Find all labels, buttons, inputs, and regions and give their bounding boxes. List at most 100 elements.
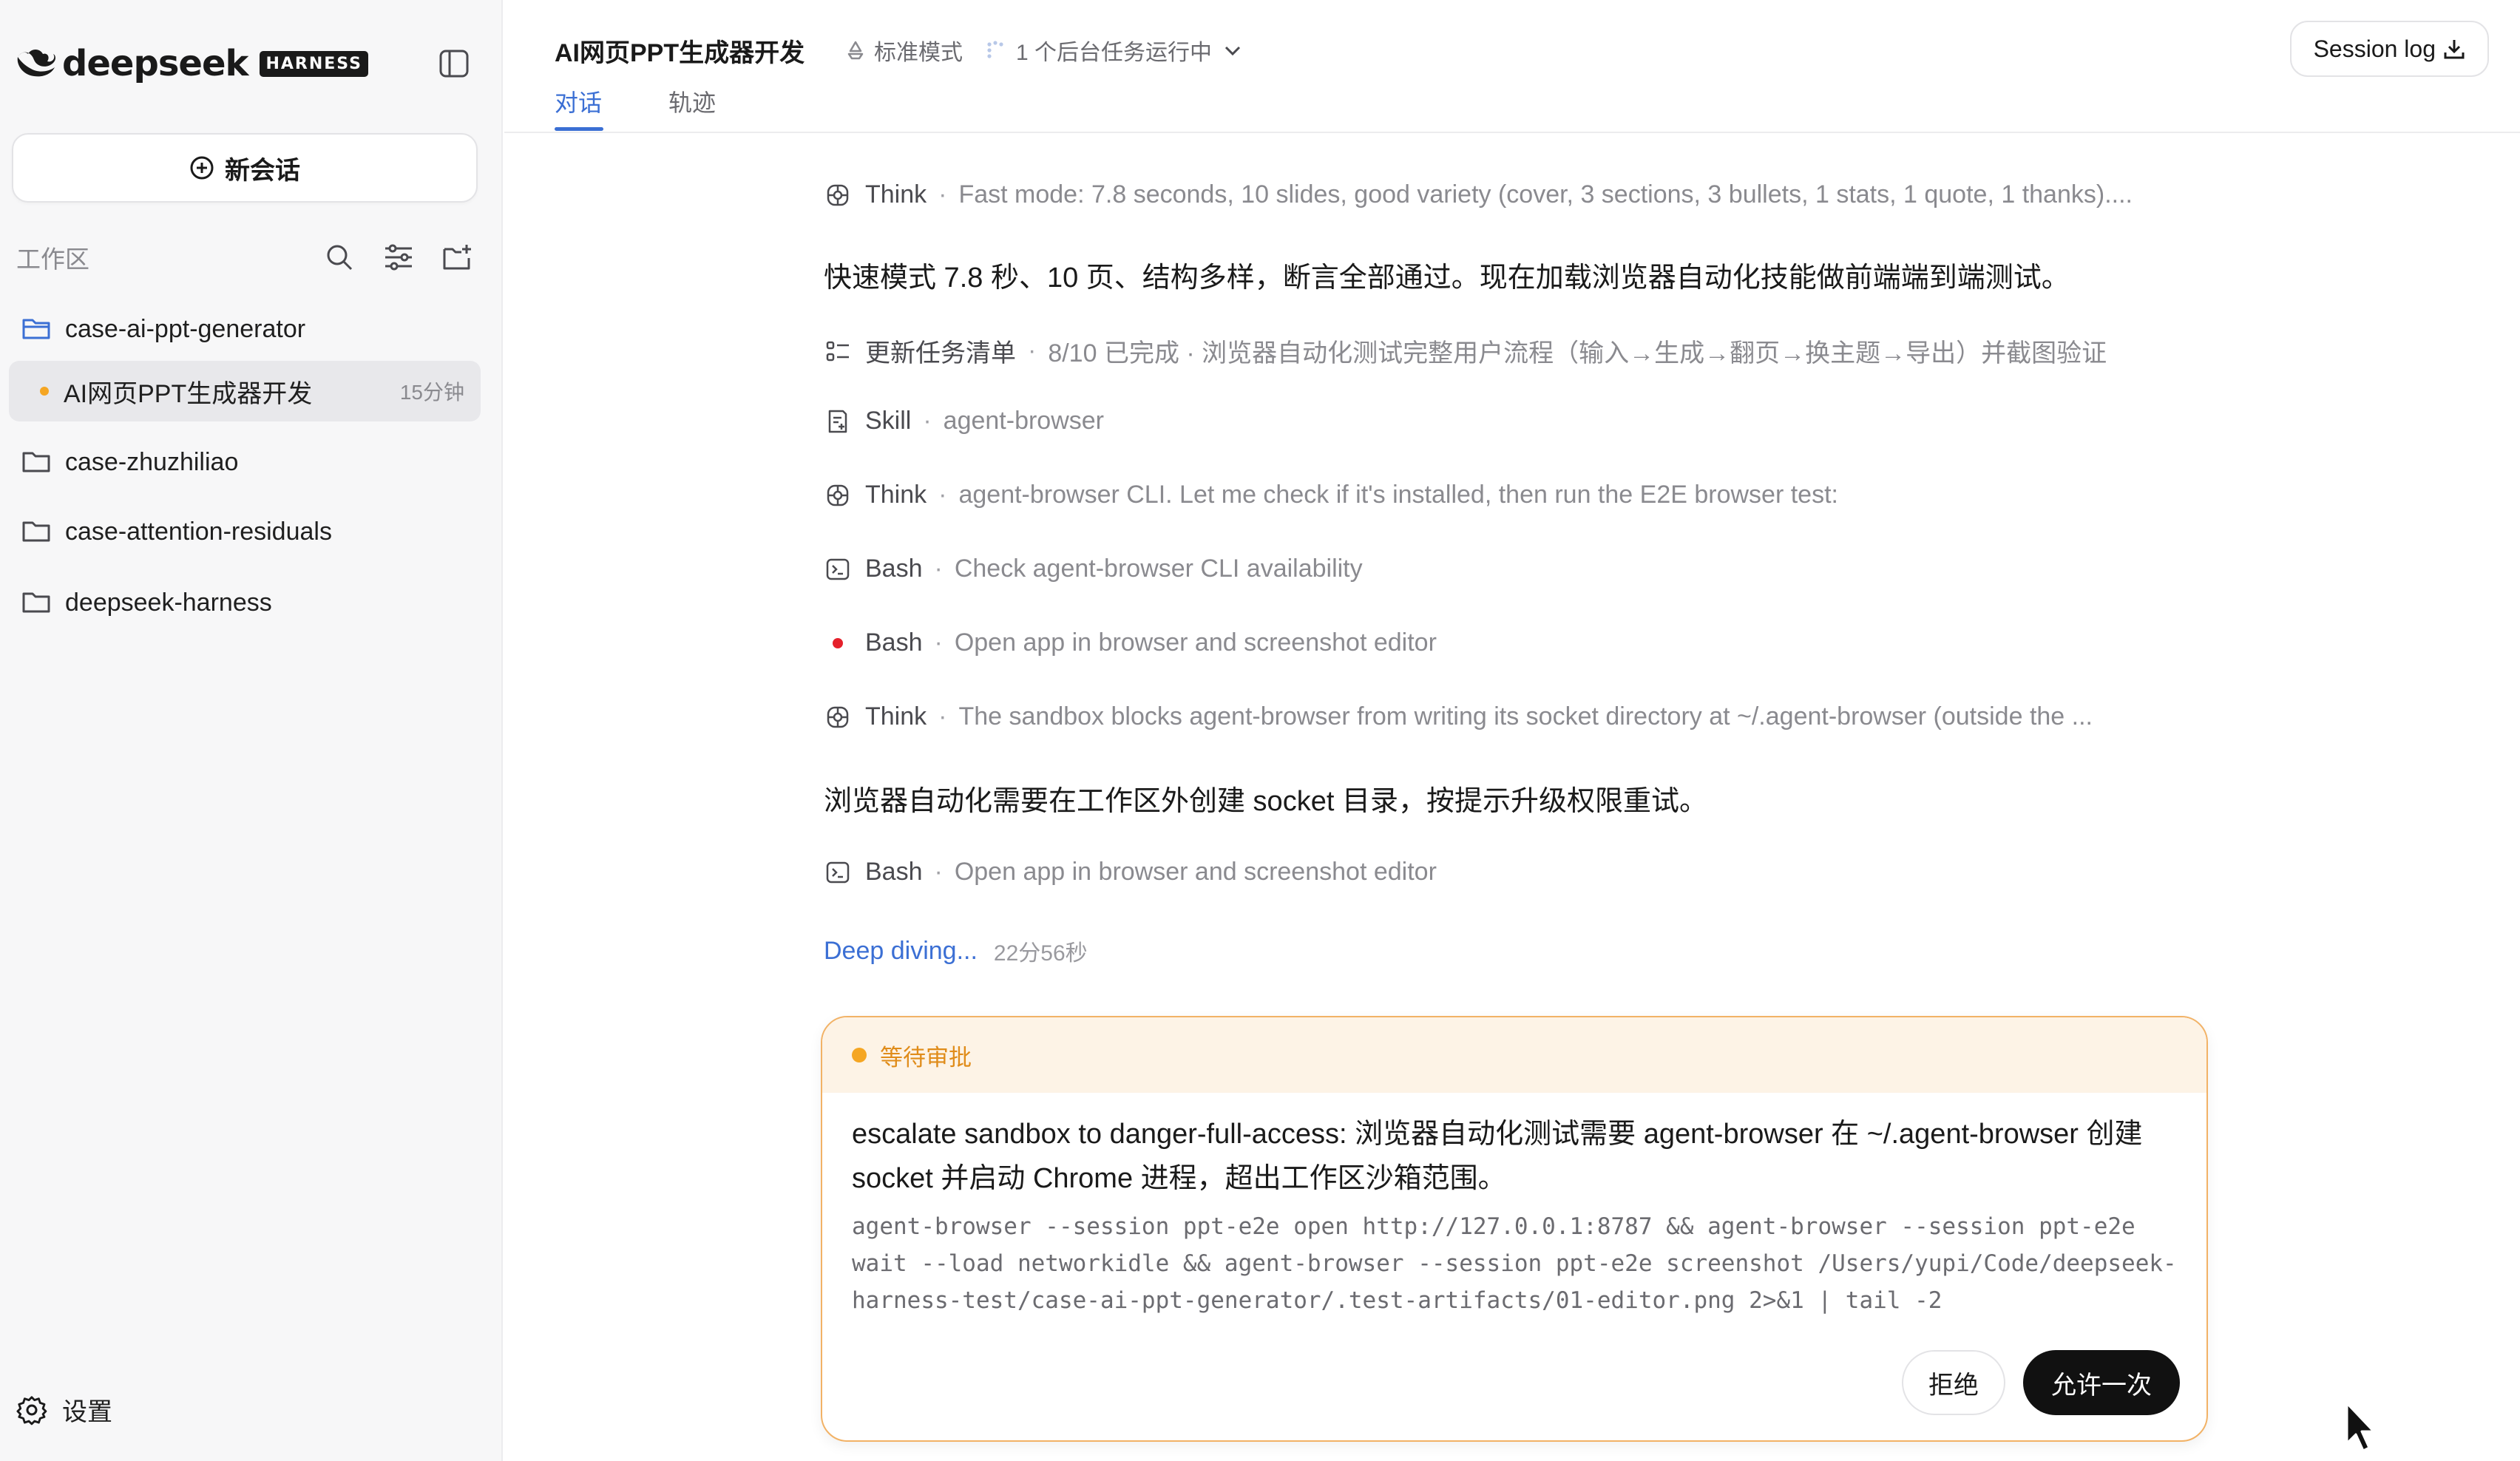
timeline-bash-item-failed[interactable]: Bash · Open app in browser and screenshot…	[824, 628, 1437, 657]
filter-sliders-icon[interactable]	[382, 240, 416, 274]
allow-once-button[interactable]: 允许一次	[2023, 1350, 2180, 1415]
separator-dot: ·	[1028, 336, 1037, 365]
download-icon	[2444, 40, 2465, 59]
brand-badge: HARNESS	[260, 50, 368, 77]
step-desc: Check agent-browser CLI availability	[954, 555, 1363, 583]
step-desc: The sandbox blocks agent-browser from wr…	[958, 702, 2093, 730]
checklist-icon	[824, 337, 852, 365]
sidebar-item-deepseek-harness[interactable]: deepseek-harness	[9, 572, 481, 633]
timeline-think-item[interactable]: Think · Fast mode: 7.8 seconds, 10 slides…	[824, 180, 2133, 209]
step-name: 更新任务清单	[865, 339, 1016, 367]
step-name: Think	[865, 702, 927, 730]
new-chat-label: 新会话	[225, 156, 300, 185]
separator-dot: ·	[923, 407, 932, 435]
sidebar-item-label: AI网页PPT生成器开发	[64, 379, 313, 408]
elapsed-time: 22分56秒	[993, 941, 1088, 966]
timeline-skill-item[interactable]: Skill · agent-browser	[824, 407, 1104, 435]
settings-button[interactable]: 设置	[16, 1391, 112, 1428]
brain-icon	[824, 703, 852, 731]
gear-icon	[16, 1395, 47, 1425]
step-name: Think	[865, 180, 927, 209]
folder-icon	[22, 518, 53, 545]
step-name: Think	[865, 481, 927, 509]
separator-dot: ·	[934, 858, 943, 886]
tab-conversation[interactable]: 对话	[555, 84, 602, 118]
step-desc: agent-browser CLI. Let me check if it's …	[958, 481, 1838, 509]
timeline-tasks-item[interactable]: 更新任务清单 · 8/10 已完成 · 浏览器自动化测试完整用户流程（输入→生成→…	[824, 333, 2107, 369]
main-header: AI网页PPT生成器开发 标准模式 1 个后台任务运行中 对话 轨迹 Sessi…	[504, 0, 2520, 133]
separator-dot: ·	[938, 702, 947, 730]
separator-dot: ·	[934, 628, 943, 657]
deep-diving-label: Deep diving...	[824, 936, 978, 965]
timeline-bash-item[interactable]: Bash · Open app in browser and screenshot…	[824, 858, 1437, 887]
sidebar-item-label: case-zhuzhiliao	[65, 447, 239, 476]
new-folder-icon[interactable]	[441, 240, 475, 274]
step-desc: Open app in browser and screenshot edito…	[954, 858, 1437, 886]
tab-trajectory[interactable]: 轨迹	[668, 84, 716, 118]
step-desc: Fast mode: 7.8 seconds, 10 slides, good …	[958, 180, 2133, 209]
sidebar-item-session-ai-ppt[interactable]: AI网页PPT生成器开发 15分钟	[9, 361, 481, 421]
sidebar-item-label: case-ai-ppt-generator	[65, 314, 306, 343]
brain-icon	[824, 181, 852, 209]
brain-icon	[824, 481, 852, 509]
terminal-icon	[824, 555, 852, 583]
approval-header: 等待审批	[822, 1017, 2206, 1093]
plus-circle-icon	[190, 156, 214, 180]
timeline-think-item[interactable]: Think · The sandbox blocks agent-browser …	[824, 702, 2093, 731]
running-status-dot	[40, 387, 49, 396]
timeline-think-item[interactable]: Think · agent-browser CLI. Let me check i…	[824, 481, 1838, 509]
sidebar-item-label: deepseek-harness	[65, 588, 272, 617]
workspace-header: 工作区	[16, 237, 475, 278]
new-chat-button[interactable]: 新会话	[12, 133, 478, 203]
assistant-message: 快速模式 7.8 秒、10 页、结构多样，断言全部通过。现在加载浏览器自动化技能…	[824, 262, 2070, 294]
mouse-cursor-icon	[2345, 1402, 2375, 1452]
approval-status: 等待审批	[880, 1044, 972, 1071]
tasks-label: 1 个后台任务运行中	[1016, 41, 1213, 65]
settings-label: 设置	[62, 1398, 112, 1426]
pending-dot-icon	[852, 1048, 867, 1062]
working-status: Deep diving... 22分56秒	[824, 935, 1088, 967]
approval-message: escalate sandbox to danger-full-access: …	[852, 1119, 2143, 1194]
mode-indicator[interactable]: 标准模式	[844, 34, 963, 67]
terminal-icon	[824, 858, 852, 887]
sidebar-toggle-icon[interactable]	[436, 47, 472, 80]
session-log-button[interactable]: Session log	[2289, 21, 2489, 77]
folder-icon	[22, 589, 53, 616]
approval-card: 等待审批 escalate sandbox to danger-full-acc…	[821, 1016, 2208, 1442]
folder-open-icon	[22, 316, 53, 342]
step-name: Bash	[865, 628, 923, 657]
background-tasks-dropdown[interactable]: 1 个后台任务运行中	[985, 34, 1243, 67]
separator-dot: ·	[938, 180, 947, 209]
step-name: Bash	[865, 858, 923, 886]
document-plus-icon	[824, 407, 852, 435]
brand-name: deepseek	[62, 43, 248, 84]
folder-icon	[22, 449, 53, 475]
whale-logo-icon	[17, 50, 56, 77]
mode-label: 标准模式	[874, 41, 963, 65]
approval-command: agent-browser --session ppt-e2e open htt…	[852, 1213, 2177, 1314]
timeline-bash-item[interactable]: Bash · Check agent-browser CLI availabili…	[824, 555, 1363, 583]
step-desc: agent-browser	[943, 407, 1105, 435]
chevron-down-icon	[1225, 46, 1241, 56]
session-log-label: Session log	[2313, 35, 2436, 62]
assistant-message: 浏览器自动化需要在工作区外创建 socket 目录，按提示升级权限重试。	[824, 786, 1707, 817]
spinner-icon	[987, 41, 1003, 58]
page-title: AI网页PPT生成器开发	[555, 39, 805, 67]
separator-dot: ·	[938, 481, 947, 509]
workspace-label: 工作区	[16, 245, 89, 273]
brand-logo[interactable]: deepseek HARNESS	[15, 43, 368, 84]
sidebar-item-label: case-attention-residuals	[65, 517, 332, 546]
step-name: Skill	[865, 407, 912, 435]
step-name: Bash	[865, 555, 923, 583]
reject-button[interactable]: 拒绝	[1902, 1350, 2005, 1415]
sidebar-item-case-zhuzhiliao[interactable]: case-zhuzhiliao	[9, 432, 481, 492]
sidebar-item-case-ai-ppt-generator[interactable]: case-ai-ppt-generator	[9, 299, 481, 359]
step-desc: 8/10 已完成 · 浏览器自动化测试完整用户流程（输入→生成→翻页→换主题→导…	[1048, 339, 2107, 367]
search-icon[interactable]	[322, 240, 356, 274]
recycle-icon	[847, 41, 864, 60]
active-tab-indicator	[555, 127, 603, 131]
step-desc: Open app in browser and screenshot edito…	[954, 628, 1437, 657]
error-dot-icon	[824, 629, 852, 657]
session-time: 15分钟	[399, 381, 464, 404]
sidebar-item-case-attention-residuals[interactable]: case-attention-residuals	[9, 501, 481, 562]
